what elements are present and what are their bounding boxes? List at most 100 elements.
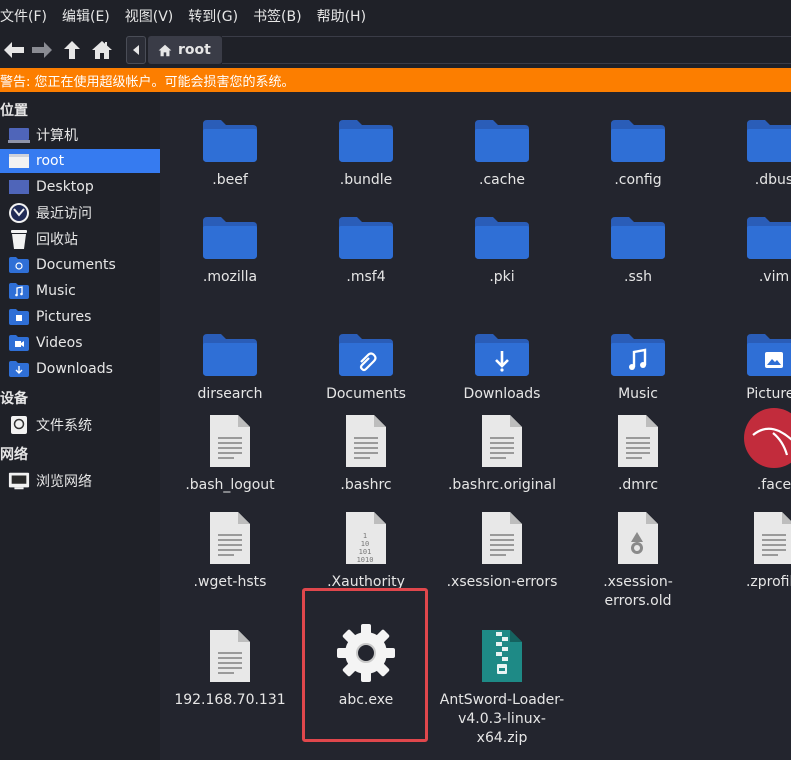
home-icon [158, 44, 172, 56]
sidebar-item-label: Documents [36, 257, 116, 273]
sidebar-item-documents-places5[interactable]: Documents [0, 253, 160, 277]
sidebar-item-label: Videos [36, 335, 83, 351]
svg-text:1: 1 [363, 532, 367, 540]
menu-item-2[interactable]: 视图(V) [125, 6, 174, 26]
sidebar-item--places0[interactable]: 计算机 [0, 123, 160, 147]
file-label: .bashrc.original [447, 477, 556, 493]
text-file-icon [298, 407, 434, 469]
menu-item-0[interactable]: 文件(F) [0, 6, 47, 26]
menu-item-5[interactable]: 帮助(H) [317, 6, 366, 26]
file-item[interactable]: Documents [298, 316, 434, 404]
sidebar-item-label: Downloads [36, 361, 113, 377]
file-item[interactable]: .vim [706, 199, 791, 287]
forward-button[interactable] [28, 36, 56, 64]
network-icon [8, 472, 30, 490]
file-label: .bashrc [340, 477, 392, 493]
downloads-folder-icon [434, 316, 570, 378]
folder-icon [162, 102, 298, 164]
file-label: .face [756, 477, 791, 493]
sidebar-item--devices0[interactable]: 文件系统 [0, 413, 160, 437]
sidebar-item--places4[interactable]: 回收站 [0, 227, 160, 251]
file-item[interactable]: .xsession-errors [434, 504, 570, 592]
menu-bar: 文件(F) 编辑(E) 视图(V) 转到(G) 书签(B) 帮助(H) [0, 0, 791, 32]
file-label: .zprofile [745, 574, 791, 590]
file-item[interactable]: dirsearch [162, 316, 298, 404]
menu-item-3[interactable]: 转到(G) [188, 6, 238, 26]
sidebar-item-desktop-places2[interactable]: Desktop [0, 175, 160, 199]
file-item[interactable]: Pictures [706, 316, 791, 404]
file-view: .beef .bundle .cache .config .dbus .mozilla .m… [160, 92, 791, 760]
menu-item-4[interactable]: 书签(B) [253, 6, 302, 26]
folder-icon [298, 102, 434, 164]
sidebar-item-label: Desktop [36, 179, 94, 195]
file-item[interactable]: .cache [434, 102, 570, 190]
back-button[interactable] [0, 36, 28, 64]
file-label: 192.168.70.131 [174, 692, 286, 708]
file-item[interactable]: .face [706, 407, 791, 495]
file-item[interactable]: 1 10 101 1010 .Xauthority [298, 504, 434, 592]
file-item[interactable]: .pki [434, 199, 570, 287]
file-label: .xsession- errors.old [603, 574, 673, 609]
file-item[interactable]: .config [570, 102, 706, 190]
file-item[interactable]: .dmrc [570, 407, 706, 495]
svg-text:101: 101 [359, 548, 372, 556]
trash-icon [8, 230, 30, 249]
pictures-folder-icon [706, 316, 791, 378]
text-file-icon [706, 504, 791, 566]
file-item[interactable]: .msf4 [298, 199, 434, 287]
path-scroll-left-button[interactable] [126, 36, 146, 64]
home-button[interactable] [88, 36, 116, 64]
file-item[interactable]: .mozilla [162, 199, 298, 287]
chevron-left-icon [133, 45, 139, 55]
folder-icon [162, 199, 298, 261]
sidebar-item--places3[interactable]: 最近访问 [0, 201, 160, 225]
sidebar-item--network0[interactable]: 浏览网络 [0, 469, 160, 493]
file-label: .mozilla [202, 269, 258, 285]
file-label: .config [614, 172, 662, 188]
svg-text:1010: 1010 [357, 556, 374, 564]
file-label: Downloads [463, 386, 541, 402]
sidebar-item-label: 文件系统 [36, 418, 92, 434]
file-item[interactable]: .xsession- errors.old [570, 504, 706, 611]
documents-folder-icon [8, 256, 30, 274]
recycle-file-icon [570, 504, 706, 566]
arrow-up-icon [64, 41, 80, 59]
file-item[interactable]: 192.168.70.131 [162, 622, 298, 710]
menu-item-1[interactable]: 编辑(E) [62, 6, 110, 26]
file-item[interactable]: .bashrc [298, 407, 434, 495]
breadcrumb-root[interactable]: root [148, 36, 222, 64]
file-item[interactable]: .wget-hsts [162, 504, 298, 592]
arrow-right-icon [32, 42, 52, 58]
desktop-icon [8, 178, 30, 196]
binary-file-icon: 1 10 101 1010 [298, 504, 434, 566]
warning-text: 警告: 您正在使用超级帐户。可能会损害您的系统。 [0, 74, 295, 90]
file-label: .vim [758, 269, 790, 285]
file-item[interactable]: Music [570, 316, 706, 404]
file-item[interactable]: .bundle [298, 102, 434, 190]
sidebar-item-label: 回收站 [36, 232, 78, 248]
sidebar-item-label: 最近访问 [36, 206, 92, 222]
file-label: .beef [212, 172, 248, 188]
up-button[interactable] [58, 36, 86, 64]
sidebar-item-pictures-places7[interactable]: Pictures [0, 305, 160, 329]
file-label: .cache [479, 172, 525, 188]
location-bar[interactable] [222, 36, 791, 64]
file-item[interactable]: .ssh [570, 199, 706, 287]
file-label: .ssh [624, 269, 652, 285]
sidebar-item-downloads-places9[interactable]: Downloads [0, 357, 160, 381]
documents-folder-icon [298, 316, 434, 378]
file-item[interactable]: .zprofile [706, 504, 791, 592]
videos-folder-icon [8, 334, 30, 352]
folder-icon [434, 102, 570, 164]
file-item[interactable]: .beef [162, 102, 298, 190]
file-item[interactable]: .dbus [706, 102, 791, 190]
file-item[interactable]: .bashrc.original [434, 407, 570, 495]
file-item[interactable]: Downloads [434, 316, 570, 404]
sidebar-item-music-places6[interactable]: Music [0, 279, 160, 303]
sidebar-item-root-places1[interactable]: root [0, 149, 160, 173]
file-label: .pki [489, 269, 515, 285]
sidebar-item-videos-places8[interactable]: Videos [0, 331, 160, 355]
file-item[interactable]: .bash_logout [162, 407, 298, 495]
folder-icon [298, 199, 434, 261]
file-item[interactable]: AntSword-Loader- v4.0.3-linux- x64.zip [434, 622, 570, 748]
